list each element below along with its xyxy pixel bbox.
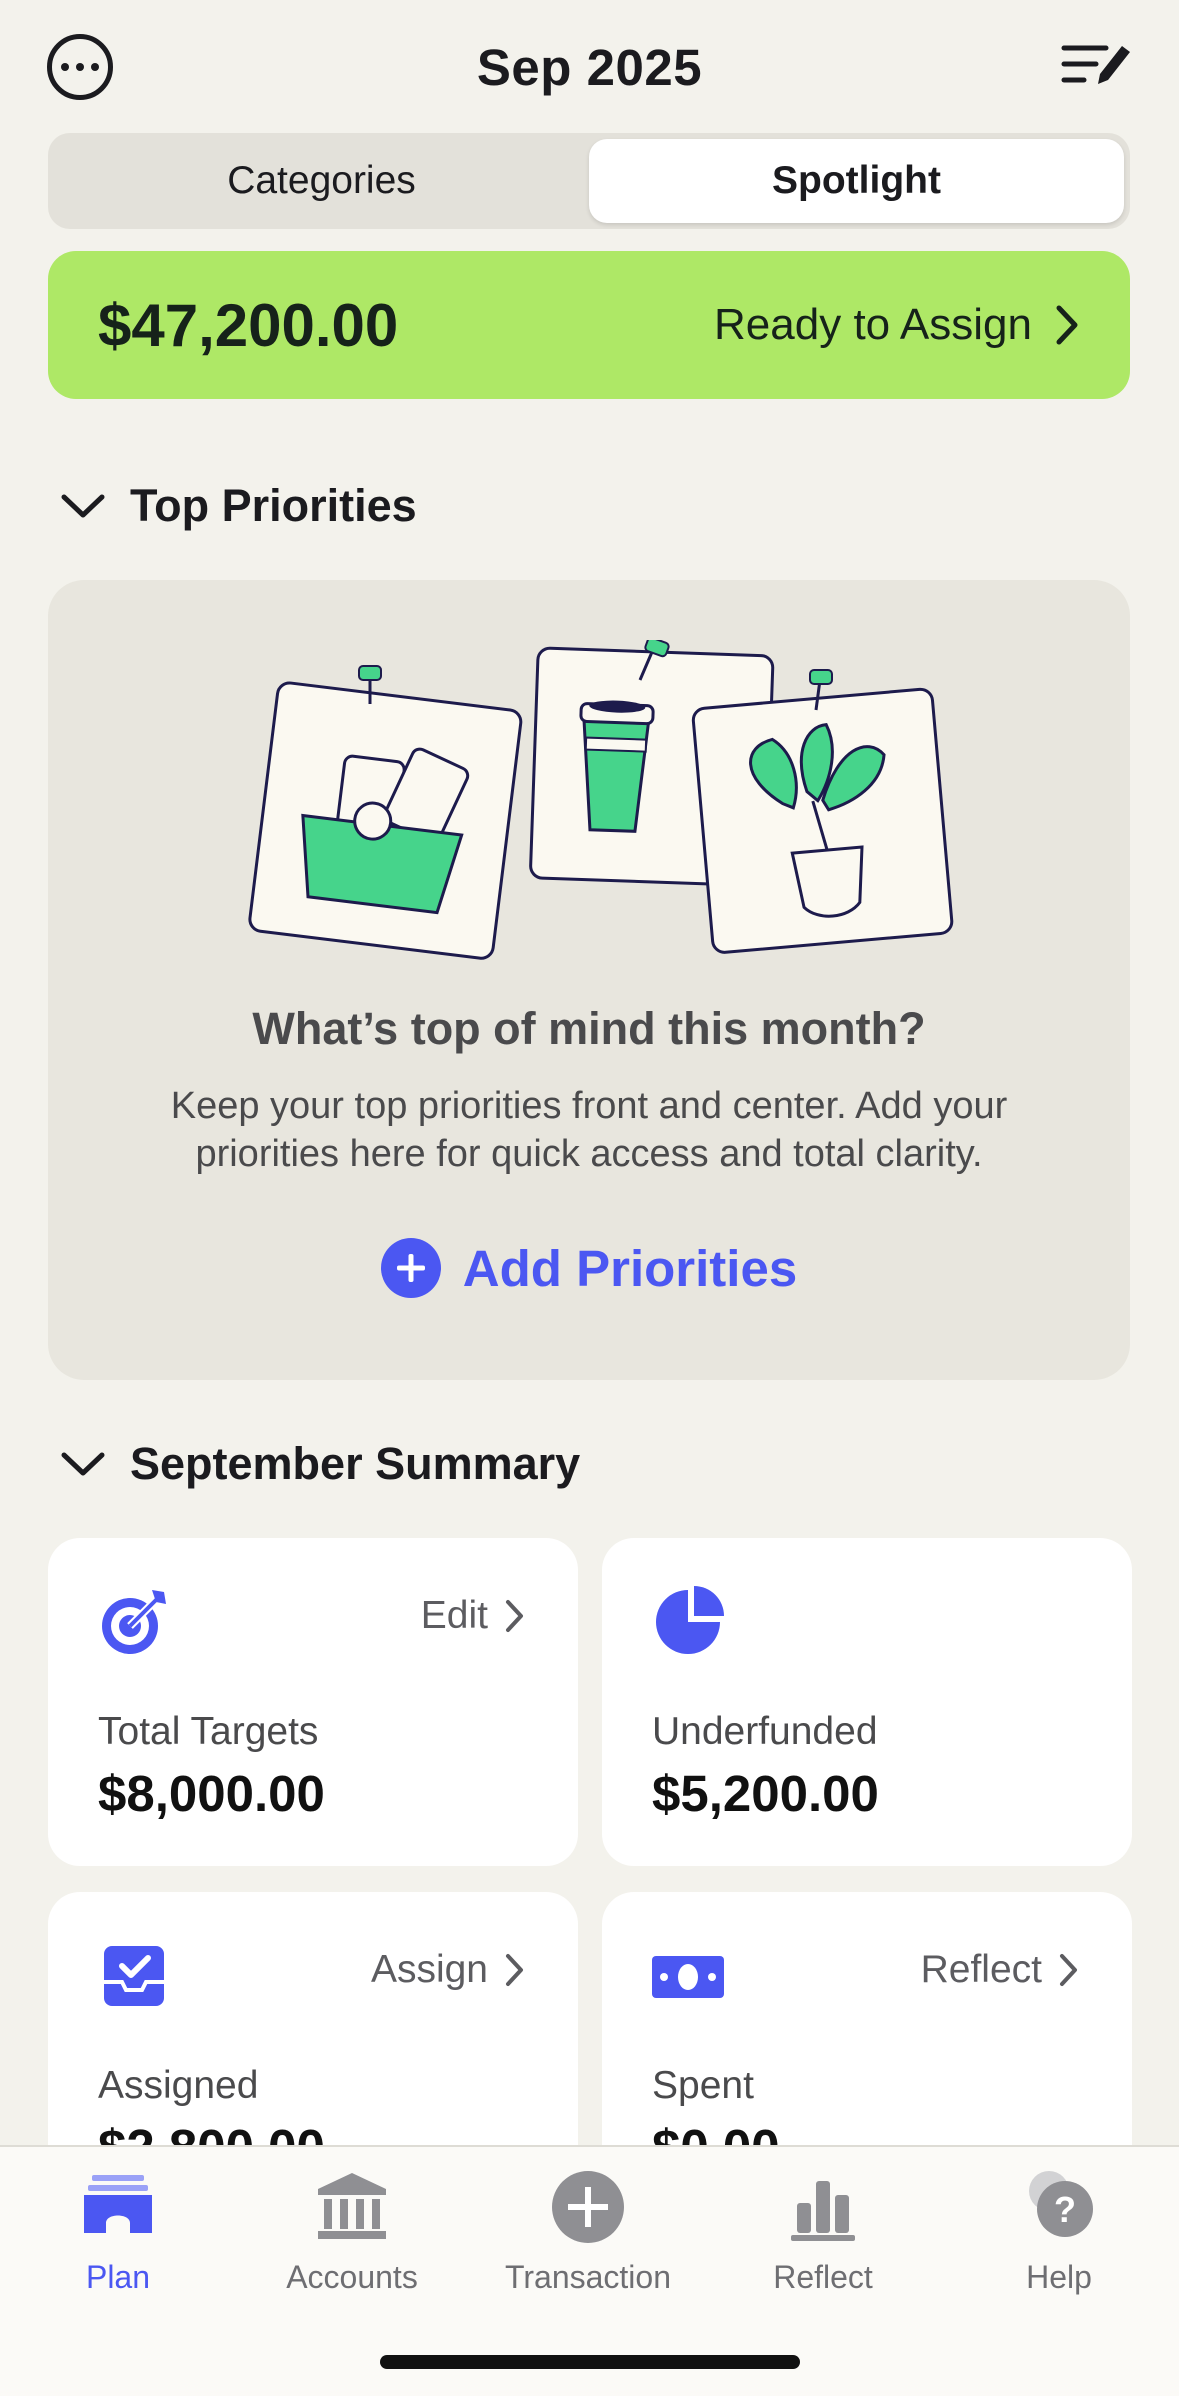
add-priorities-label: Add Priorities <box>462 1239 798 1297</box>
ready-to-assign-amount: $47,200.00 <box>98 291 399 359</box>
tab-label: Help <box>1026 2259 1092 2295</box>
chevron-right-icon <box>506 1600 523 1632</box>
target-icon <box>102 1590 166 1654</box>
header: Sep 2025 <box>0 0 1179 134</box>
tab-label: Plan <box>85 2259 151 2295</box>
tab-categories[interactable]: Categories <box>54 139 589 223</box>
reflect-label: Reflect <box>920 1948 1042 1991</box>
card-value: $8,000.00 <box>98 1765 325 1822</box>
summary-heading: September Summary <box>130 1438 581 1489</box>
view-segmented-control: Categories Spotlight <box>48 133 1130 229</box>
edit-label: Edit <box>420 1594 488 1637</box>
pie-chart-icon <box>656 1586 724 1654</box>
tab-reflect[interactable]: Reflect <box>723 2167 923 2296</box>
card-label: Spent <box>652 2064 754 2107</box>
chevron-right-icon <box>1060 1954 1077 1986</box>
chevron-down-icon <box>61 1452 105 1476</box>
underfunded-card[interactable]: Underfunded $5,200.00 <box>602 1538 1132 1866</box>
summary-header[interactable]: September Summary <box>60 1438 580 1490</box>
add-circle-icon <box>380 1238 441 1298</box>
tab-spotlight[interactable]: Spotlight <box>589 139 1124 223</box>
top-priorities-header[interactable]: Top Priorities <box>60 480 417 532</box>
edit-targets-link[interactable]: Edit <box>421 1594 524 1638</box>
tab-transaction[interactable]: Transaction <box>488 2167 688 2296</box>
reflect-link[interactable]: Reflect <box>921 1948 1078 1992</box>
assign-link[interactable]: Assign <box>371 1948 524 1992</box>
plan-screen: Sep 2025 Categories Spotlight $47,200.00… <box>0 0 1179 2396</box>
tab-plan[interactable]: Plan <box>18 2167 218 2296</box>
card-label: Assigned <box>98 2064 259 2107</box>
chevron-right-icon <box>1056 305 1078 345</box>
priorities-description: Keep your top priorities front and cente… <box>170 1085 1008 1175</box>
add-circle-icon <box>552 2171 624 2243</box>
assign-label: Assign <box>370 1948 488 1991</box>
help-icon: ? <box>1029 2171 1093 2237</box>
pinned-cards-illustration <box>248 640 954 960</box>
svg-text:?: ? <box>1054 2189 1076 2230</box>
edit-list-icon[interactable] <box>1060 40 1134 92</box>
banknote-icon <box>652 1956 724 1998</box>
ready-to-assign-banner[interactable]: $47,200.00 Ready to Assign <box>48 251 1130 399</box>
priorities-empty-card: What’s top of mind this month? Keep your… <box>48 580 1130 1380</box>
total-targets-card[interactable]: Edit Total Targets $8,000.00 <box>48 1538 578 1866</box>
chevron-down-icon <box>61 494 105 518</box>
card-label: Underfunded <box>652 1710 878 1753</box>
card-label: Total Targets <box>98 1710 319 1753</box>
add-priorities-button[interactable]: Add Priorities <box>48 1238 1130 1298</box>
priorities-question: What’s top of mind this month? <box>252 1003 926 1054</box>
tab-help[interactable]: ? Help <box>959 2167 1159 2296</box>
tab-accounts[interactable]: Accounts <box>252 2167 452 2296</box>
month-title[interactable]: Sep 2025 <box>0 38 1179 97</box>
chevron-right-icon <box>506 1954 523 1986</box>
home-indicator <box>380 2355 800 2369</box>
ready-to-assign-label-group: Ready to Assign <box>714 300 1080 350</box>
bar-chart-icon <box>791 2181 855 2241</box>
tab-label: Reflect <box>773 2259 873 2295</box>
tab-label: Transaction <box>505 2259 671 2295</box>
ready-to-assign-label: Ready to Assign <box>714 300 1032 349</box>
plan-icon <box>84 2175 152 2233</box>
inbox-check-icon <box>104 1946 164 2006</box>
top-priorities-heading: Top Priorities <box>130 480 417 531</box>
bank-icon <box>318 2173 386 2239</box>
tab-label: Accounts <box>286 2259 418 2295</box>
card-value: $5,200.00 <box>652 1765 879 1822</box>
